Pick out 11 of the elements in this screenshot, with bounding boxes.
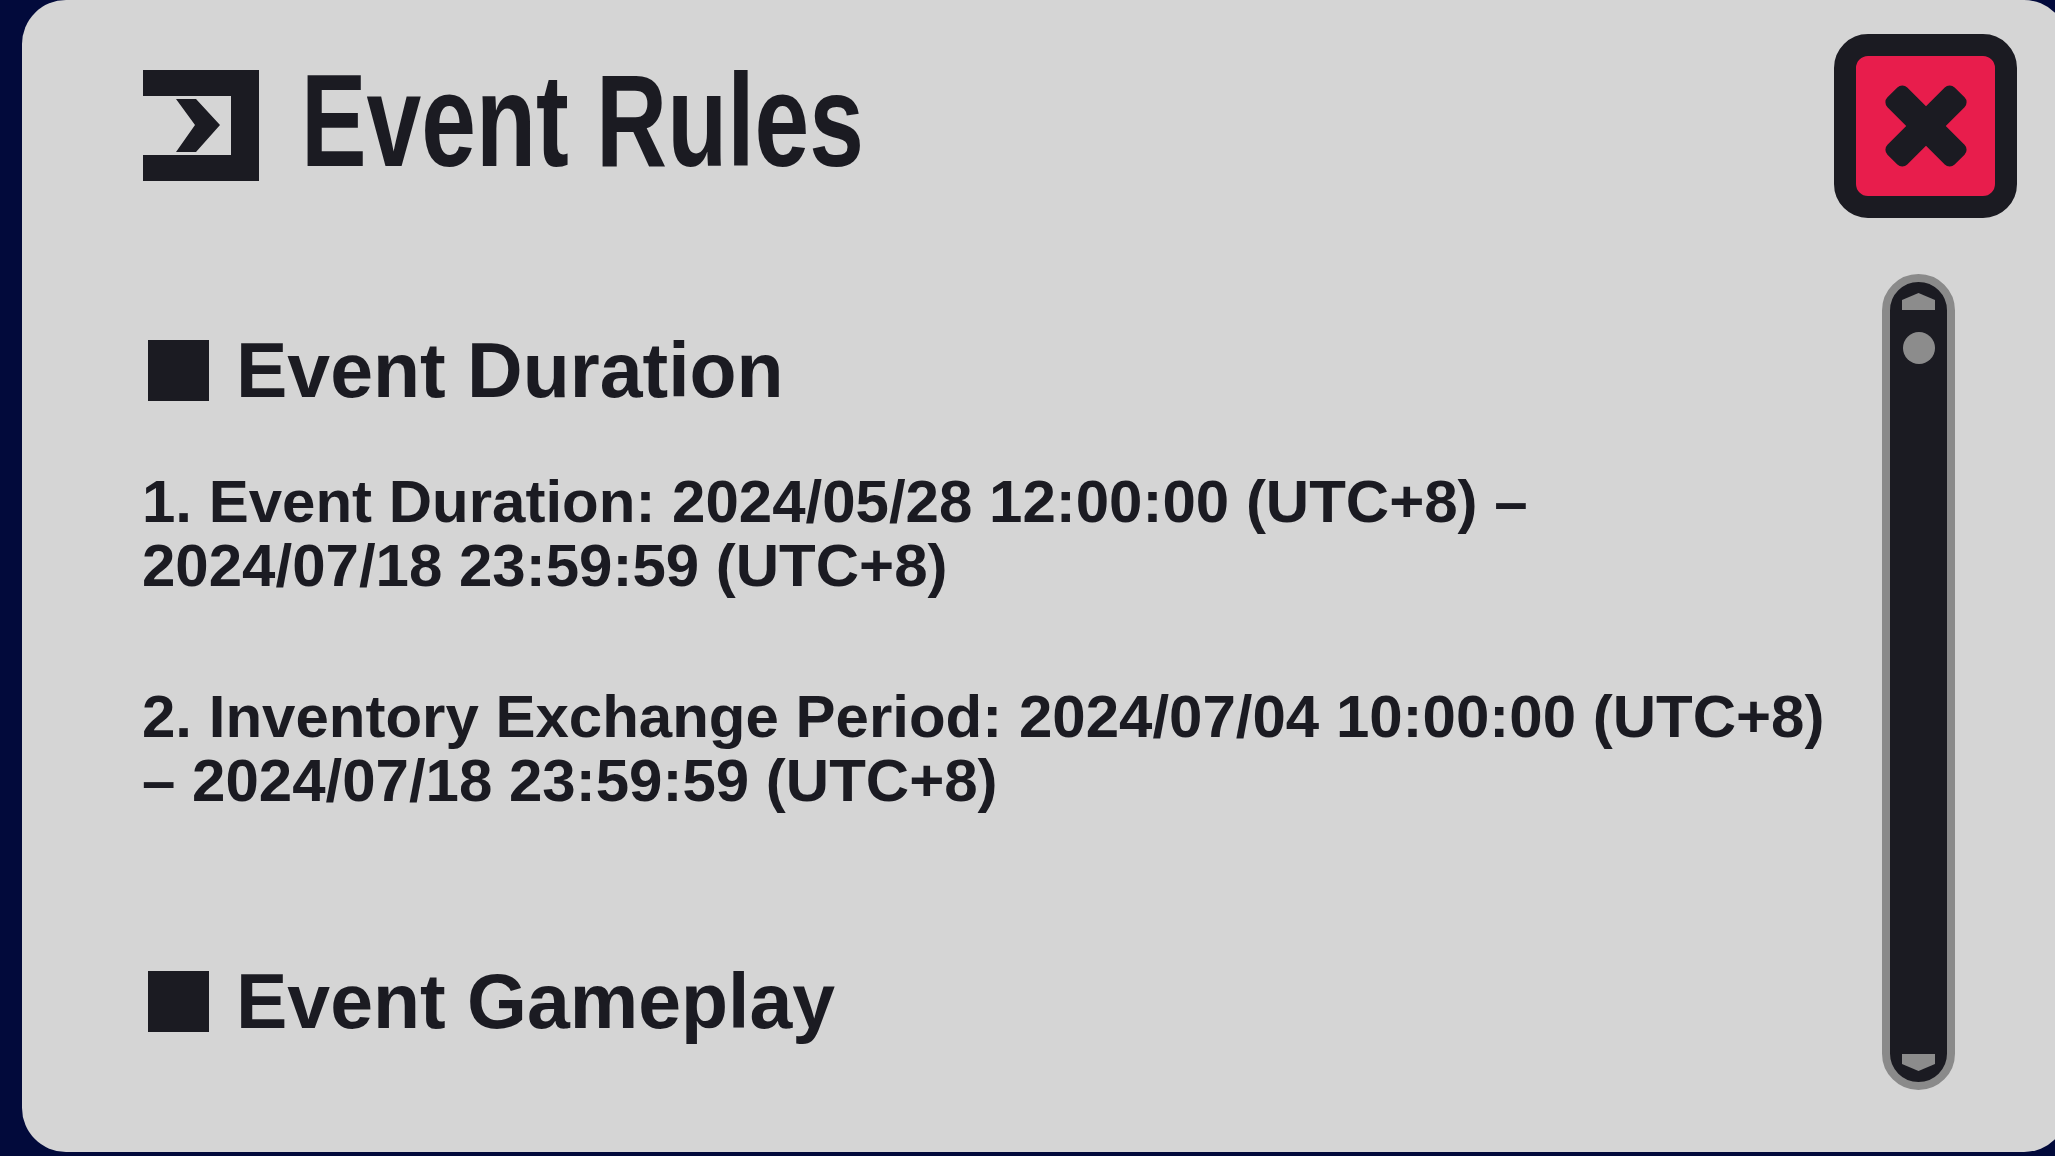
square-bullet-icon <box>148 971 209 1032</box>
scroll-down-arrow-icon[interactable] <box>1902 1054 1935 1071</box>
section-heading: Event Duration <box>236 332 784 409</box>
square-bullet-icon <box>148 340 209 401</box>
bracket-arrow-icon <box>143 70 259 181</box>
close-button[interactable] <box>1834 34 2017 218</box>
rule-text: 2. Inventory Exchange Period: 2024/07/04 10:00:00 (UTC+8) – 2024/07/18 23:59:59 (UTC+8) <box>142 685 1826 813</box>
scroll-thumb[interactable] <box>1902 332 1935 364</box>
scroll-up-arrow-icon[interactable] <box>1902 293 1935 310</box>
rule-text: 1. Event Duration: 2024/05/28 12:00:00 (UTC+8) – 2024/07/18 23:59:59 (UTC+8) <box>142 470 1529 598</box>
dialog-title: Event Rules <box>301 55 864 187</box>
